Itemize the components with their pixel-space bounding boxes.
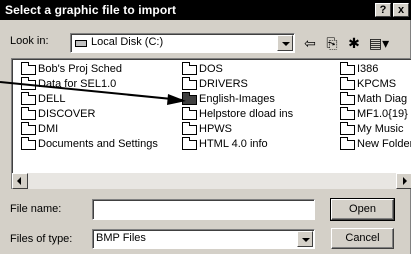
- list-item[interactable]: HPWS: [179, 122, 293, 137]
- cancel-button[interactable]: Cancel: [331, 228, 394, 249]
- chevron-down-icon[interactable]: [277, 35, 293, 51]
- folder-label: DISCOVER: [38, 108, 96, 120]
- folder-icon: [340, 137, 355, 150]
- list-item[interactable]: MF1.0{19}: [337, 107, 411, 122]
- list-item-english-images[interactable]: English-Images: [179, 92, 293, 107]
- folder-icon: [182, 62, 197, 75]
- folder-icon: [182, 107, 197, 120]
- chevron-down-icon[interactable]: [297, 231, 313, 247]
- list-item[interactable]: New Folder: [337, 137, 411, 152]
- title-bar: Select a graphic file to import ? x: [0, 0, 411, 20]
- open-button[interactable]: Open: [330, 198, 395, 221]
- look-in-value: Local Disk (C:): [91, 36, 164, 48]
- folder-label: I386: [357, 63, 379, 75]
- folder-icon: [21, 92, 36, 105]
- list-item[interactable]: DELL: [18, 92, 158, 107]
- list-item[interactable]: My Music: [337, 122, 411, 137]
- dialog-title: Select a graphic file to import: [5, 3, 177, 17]
- folder-label: KPCMS: [357, 78, 397, 90]
- look-in-label: Look in:: [10, 35, 49, 47]
- folder-label: New Folder: [357, 138, 411, 150]
- folder-icon: [340, 122, 355, 135]
- folder-label: HTML 4.0 info: [199, 138, 268, 150]
- folder-icon: [182, 137, 197, 150]
- views-menu-icon[interactable]: ▤▾: [365, 33, 393, 53]
- folder-label: MF1.0{19}: [357, 108, 408, 120]
- folder-icon: [340, 77, 355, 90]
- file-type-label: Files of type:: [10, 233, 73, 245]
- file-list-column: Bob's Proj Sched Data for SEL1.0 DELL DI…: [18, 62, 158, 152]
- scroll-right-icon[interactable]: [396, 173, 411, 189]
- folder-label: Bob's Proj Sched: [38, 63, 123, 75]
- scroll-left-icon[interactable]: [12, 173, 28, 189]
- file-name-input[interactable]: [92, 199, 315, 220]
- folder-label: English-Images: [199, 93, 275, 105]
- folder-label: HPWS: [199, 123, 232, 135]
- folder-label: DMI: [38, 123, 59, 135]
- folder-label: Math Diag R: [357, 93, 411, 105]
- list-item[interactable]: DMI: [18, 122, 158, 137]
- folder-icon: [21, 62, 36, 75]
- folder-label: DELL: [38, 93, 66, 105]
- file-list-column: I386 KPCMS Math Diag R MF1.0{19} My Musi…: [337, 62, 411, 152]
- file-import-dialog: Select a graphic file to import ? x Look…: [0, 0, 411, 254]
- folder-label: My Music: [357, 123, 404, 135]
- file-type-value: BMP Files: [96, 232, 146, 244]
- horizontal-scrollbar[interactable]: [12, 173, 411, 189]
- list-item[interactable]: Helpstore dload ins: [179, 107, 293, 122]
- list-item[interactable]: Documents and Settings: [18, 137, 158, 152]
- help-button[interactable]: ?: [375, 3, 391, 17]
- folder-icon: [340, 62, 355, 75]
- folder-icon: [340, 92, 355, 105]
- folder-label: Documents and Settings: [38, 138, 158, 150]
- folder-icon: [182, 77, 197, 90]
- folder-label: DRIVERS: [199, 78, 248, 90]
- list-item[interactable]: Data for SEL1.0: [18, 77, 158, 92]
- look-in-dropdown[interactable]: Local Disk (C:): [70, 33, 295, 53]
- list-item[interactable]: Math Diag R: [337, 92, 411, 107]
- list-item[interactable]: I386: [337, 62, 411, 77]
- folder-icon: [340, 107, 355, 120]
- folder-icon: [21, 107, 36, 120]
- folder-icon: [182, 92, 197, 105]
- close-button[interactable]: x: [393, 3, 409, 17]
- new-folder-icon[interactable]: ✱: [344, 33, 364, 53]
- up-folder-icon[interactable]: ⎘: [322, 33, 342, 53]
- folder-label: DOS: [199, 63, 223, 75]
- file-list-column: DOS DRIVERS English-Images Helpstore dlo…: [179, 62, 293, 152]
- hard-drive-icon: [75, 40, 87, 47]
- file-name-label: File name:: [10, 203, 62, 215]
- back-icon[interactable]: ⇦: [300, 33, 320, 53]
- file-list[interactable]: Bob's Proj Sched Data for SEL1.0 DELL DI…: [11, 58, 411, 189]
- list-item[interactable]: DISCOVER: [18, 107, 158, 122]
- folder-icon: [21, 77, 36, 90]
- file-type-dropdown[interactable]: BMP Files: [92, 229, 315, 249]
- folder-icon: [21, 122, 36, 135]
- folder-label: Helpstore dload ins: [199, 108, 294, 120]
- folder-label: Data for SEL1.0: [38, 78, 117, 90]
- list-item[interactable]: KPCMS: [337, 77, 411, 92]
- list-item[interactable]: DOS: [179, 62, 293, 77]
- folder-icon: [182, 122, 197, 135]
- list-item[interactable]: Bob's Proj Sched: [18, 62, 158, 77]
- list-item[interactable]: HTML 4.0 info: [179, 137, 293, 152]
- folder-icon: [21, 137, 36, 150]
- list-item[interactable]: DRIVERS: [179, 77, 293, 92]
